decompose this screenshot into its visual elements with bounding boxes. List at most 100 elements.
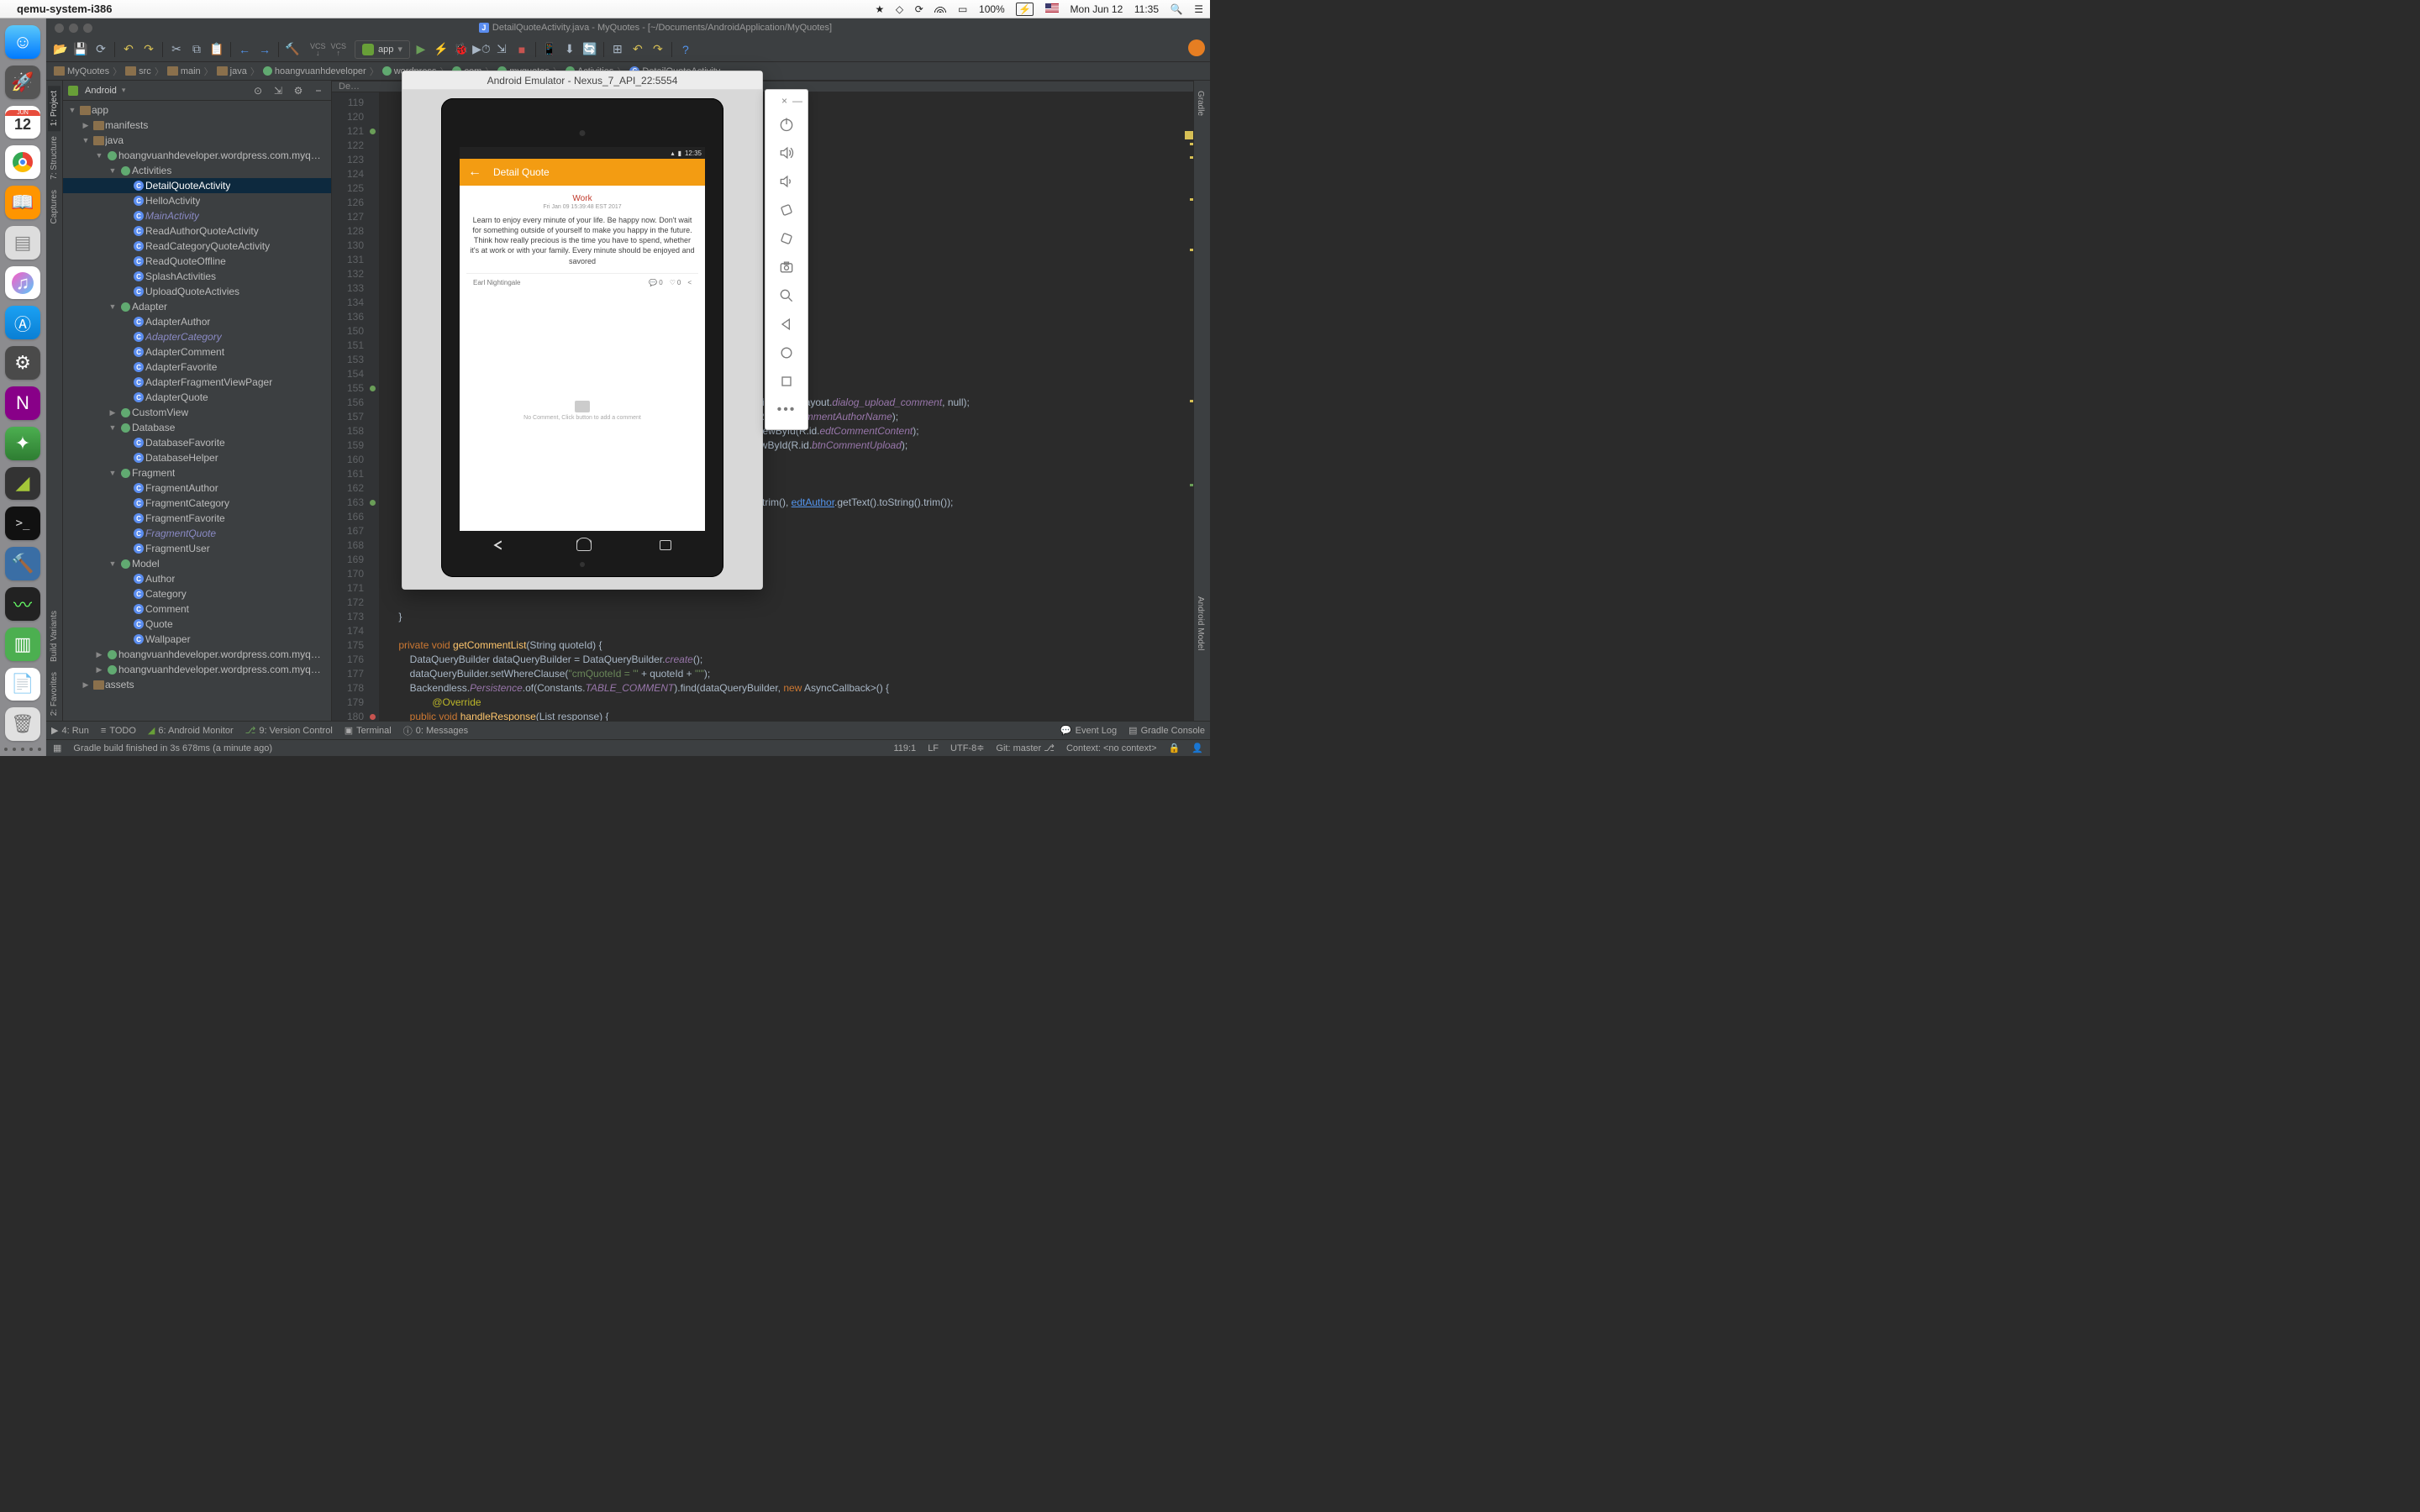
close-traffic-light[interactable] [55,24,64,33]
evernote-icon[interactable]: ★ [875,3,884,15]
editor-minimap[interactable] [1183,131,1193,742]
bc-item[interactable]: hoangvuanhdeveloper [260,66,369,76]
avd-icon[interactable]: 📱 [540,40,559,59]
run-config-selector[interactable]: app▾ [355,40,410,59]
project-settings-icon[interactable]: ⚙ [291,83,306,98]
sync-icon[interactable]: ⟳ [915,3,923,15]
status-inspect-icon[interactable]: 👤 [1192,743,1203,753]
share-icon[interactable]: < [687,279,692,286]
tree-row[interactable]: CReadCategoryQuoteActivity [63,239,331,254]
vcs-undo-icon[interactable]: ↶ [629,40,647,59]
dock-ibooks[interactable]: 📖 [5,186,40,219]
emu-overview-icon[interactable] [771,367,802,396]
emu-home-icon[interactable] [771,339,802,367]
make-icon[interactable]: 🔨 [283,40,302,59]
emu-close-icon[interactable]: × [781,95,787,107]
project-scroll-icon[interactable]: ⊙ [250,83,266,98]
status-encoding[interactable]: UTF-8≑ [950,743,984,753]
tree-row[interactable]: CFragmentUser [63,541,331,556]
tree-row[interactable]: CComment [63,601,331,617]
shield-icon[interactable]: ◇ [896,3,903,15]
tree-row[interactable]: ▶CustomView [63,405,331,420]
tree-row[interactable]: CDetailQuoteActivity [63,178,331,193]
sidetab-build-variants[interactable]: Build Variants [48,606,60,667]
back-nav-icon[interactable]: ← [235,40,254,59]
dock-onenote[interactable]: N [5,386,40,420]
editor-gutter[interactable]: 1191201211221231241251261271281301311321… [332,92,379,742]
tree-row[interactable]: ▼hoangvuanhdeveloper.wordpress.com.myq… [63,148,331,163]
project-collapse-icon[interactable]: ⇲ [271,83,286,98]
project-view-label[interactable]: Android [85,86,117,96]
sync-gradle-icon[interactable]: 🔄 [581,40,599,59]
bottom-event-log[interactable]: 💬 Event Log [1060,725,1117,736]
bottom-messages[interactable]: ⓘ 0: Messages [403,724,468,738]
status-git[interactable]: Git: master ⎇ [996,743,1055,753]
emu-back-icon[interactable] [771,310,802,339]
sidetab-android-model[interactable]: Android Model [1194,591,1207,655]
tree-row[interactable]: CReadQuoteOffline [63,254,331,269]
copy-icon[interactable]: ⧉ [187,40,206,59]
tree-row[interactable]: ▶hoangvuanhdeveloper.wordpress.com.myq… [63,647,331,662]
emu-rotate-left-icon[interactable] [771,196,802,224]
bottom-gradle-console[interactable]: ▤ Gradle Console [1128,725,1205,736]
dock-appstore[interactable]: Ⓐ [5,306,40,339]
comment-count[interactable]: 💬0 [649,279,662,286]
tree-row[interactable]: CAdapterComment [63,344,331,360]
tree-row[interactable]: CCategory [63,586,331,601]
emu-rotate-right-icon[interactable] [771,224,802,253]
tree-row[interactable]: CFragmentQuote [63,526,331,541]
tree-row[interactable]: CAdapterCategory [63,329,331,344]
fwd-nav-icon[interactable]: → [255,40,274,59]
nav-overview-icon[interactable] [660,540,671,550]
tree-row[interactable]: CFragmentAuthor [63,480,331,496]
zoom-traffic-light[interactable] [83,24,92,33]
tree-row[interactable]: CAdapterAuthor [63,314,331,329]
dock-app[interactable]: ▤ [5,226,40,260]
dock-chrome[interactable] [5,145,40,179]
project-hide-icon[interactable]: ⎯ [311,83,326,98]
attach-icon[interactable]: ⇲ [492,40,511,59]
status-line-sep[interactable]: LF [928,743,939,753]
structure-icon[interactable]: ⊞ [608,40,627,59]
bottom-run[interactable]: ▶ 4: Run [51,725,89,736]
tree-row[interactable]: CAdapterQuote [63,390,331,405]
bc-item[interactable]: src [123,66,154,76]
tree-row[interactable]: CWallpaper [63,632,331,647]
run-icon[interactable]: ▶ [412,40,430,59]
project-tree[interactable]: ▼app▶manifests▼java▼hoangvuanhdeveloper.… [63,101,331,721]
status-window-icon[interactable]: ▦ [53,743,61,753]
nav-home-icon[interactable] [576,539,592,551]
tree-row[interactable]: ▼Activities [63,163,331,178]
dock-settings[interactable]: ⚙ [5,346,40,380]
tree-row[interactable]: ▶assets [63,677,331,692]
tree-row[interactable]: CUploadQuoteActivies [63,284,331,299]
sidetab-captures[interactable]: Captures [48,185,60,229]
tree-row[interactable]: ▼Database [63,420,331,435]
spotlight-icon[interactable]: 🔍 [1171,3,1183,15]
tree-row[interactable]: ▼app [63,102,331,118]
tree-row[interactable]: CQuote [63,617,331,632]
nav-back-icon[interactable] [493,539,508,551]
status-lock-icon[interactable]: 🔒 [1169,743,1181,753]
like-count[interactable]: ♡0 [670,279,681,286]
tree-row[interactable]: CFragmentFavorite [63,511,331,526]
paste-icon[interactable]: 📋 [208,40,226,59]
tree-row[interactable]: CDatabaseHelper [63,450,331,465]
dock-android[interactable]: ▥ [5,627,40,661]
dock-terminal[interactable]: >_ [5,507,40,540]
emu-minimize-icon[interactable]: — [792,95,802,107]
tree-row[interactable]: CSplashActivities [63,269,331,284]
flag-icon[interactable] [1045,3,1059,13]
emu-volume-down-icon[interactable] [771,167,802,196]
bc-item[interactable]: MyQuotes [51,66,112,76]
emu-volume-up-icon[interactable] [771,139,802,167]
dock-launchpad[interactable]: 🚀 [5,66,40,99]
debug-icon[interactable]: 🐞 [452,40,471,59]
help-icon[interactable]: ? [676,40,695,59]
tree-row[interactable]: CAuthor [63,571,331,586]
sidetab-structure[interactable]: 7: Structure [48,131,60,185]
apply-icon[interactable]: ⚡ [432,40,450,59]
tree-row[interactable]: CMainActivity [63,208,331,223]
dock-trash[interactable]: 🗑 [5,707,40,741]
profile-icon[interactable]: ▶⏱ [472,40,491,59]
